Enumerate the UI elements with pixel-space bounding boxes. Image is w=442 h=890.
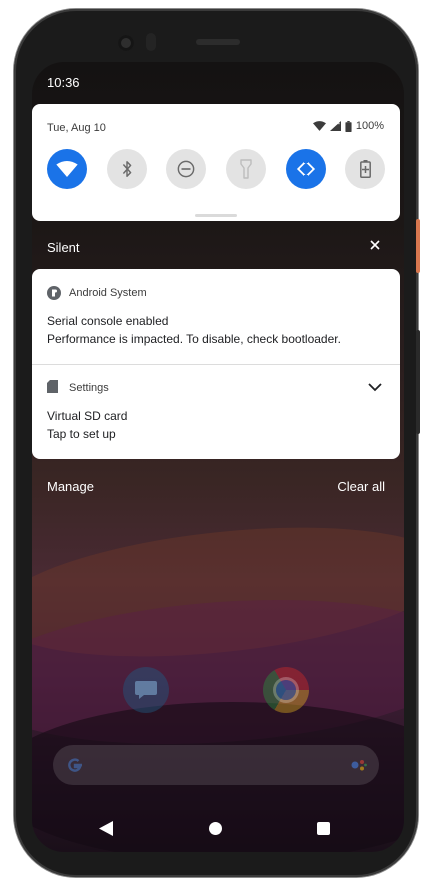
earpiece-speaker [196,39,240,45]
section-label-silent: Silent [47,240,80,255]
notification-title: Serial console enabled [47,314,169,328]
status-bar-time: 10:36 [47,75,80,90]
auto-rotate-tile[interactable] [286,149,326,189]
wifi-tile[interactable] [47,149,87,189]
wifi-signal-icon [312,121,326,131]
notification-text: Performance is impacted. To disable, che… [47,332,341,346]
notification-card: Android System Serial console enabled Pe… [32,269,400,459]
do-not-disturb-tile[interactable] [166,149,206,189]
manage-button[interactable]: Manage [47,479,94,494]
bluetooth-icon [122,161,132,177]
auto-rotate-icon [296,159,316,179]
flashlight-icon [240,159,252,179]
volume-button [416,330,420,434]
clear-all-button[interactable]: Clear all [337,479,385,494]
sd-card-icon [47,380,58,393]
quick-settings-date: Tue, Aug 10 [47,122,106,134]
notification-text: Tap to set up [47,427,116,441]
message-icon [135,681,157,699]
chevron-down-icon[interactable] [368,383,382,392]
notification-app-name: Android System [69,287,147,299]
back-icon[interactable] [99,821,113,836]
assistant-icon [351,760,367,771]
power-button [416,219,420,273]
cell-signal-icon [329,121,341,131]
bluetooth-tile[interactable] [107,149,147,189]
chrome-icon [276,680,296,700]
google-g-icon [68,758,82,772]
wifi-icon [56,161,78,177]
google-search-bar[interactable] [53,745,379,785]
divider [32,364,400,365]
messages-app-icon[interactable] [123,667,169,713]
recents-icon[interactable] [317,822,330,835]
quick-settings-panel: Tue, Aug 10 100% [32,104,400,221]
do-not-disturb-icon [177,160,195,178]
battery-icon [345,120,352,132]
home-icon[interactable] [209,822,222,835]
battery-saver-icon [359,160,371,178]
flashlight-tile[interactable] [226,149,266,189]
front-camera [118,35,134,51]
close-icon[interactable] [368,238,382,252]
battery-saver-tile[interactable] [345,149,385,189]
screen: 10:36 Tue, Aug 10 100% Silent Android Sy… [32,62,404,852]
proximity-sensor [146,33,156,51]
notification-title: Virtual SD card [47,409,128,423]
quick-settings-status: 100% [312,120,384,132]
android-system-icon [47,286,61,300]
chrome-app-icon[interactable] [263,667,309,713]
battery-percentage: 100% [355,120,384,132]
notification-app-name: Settings [69,382,109,394]
quick-settings-drag-handle[interactable] [195,214,237,217]
